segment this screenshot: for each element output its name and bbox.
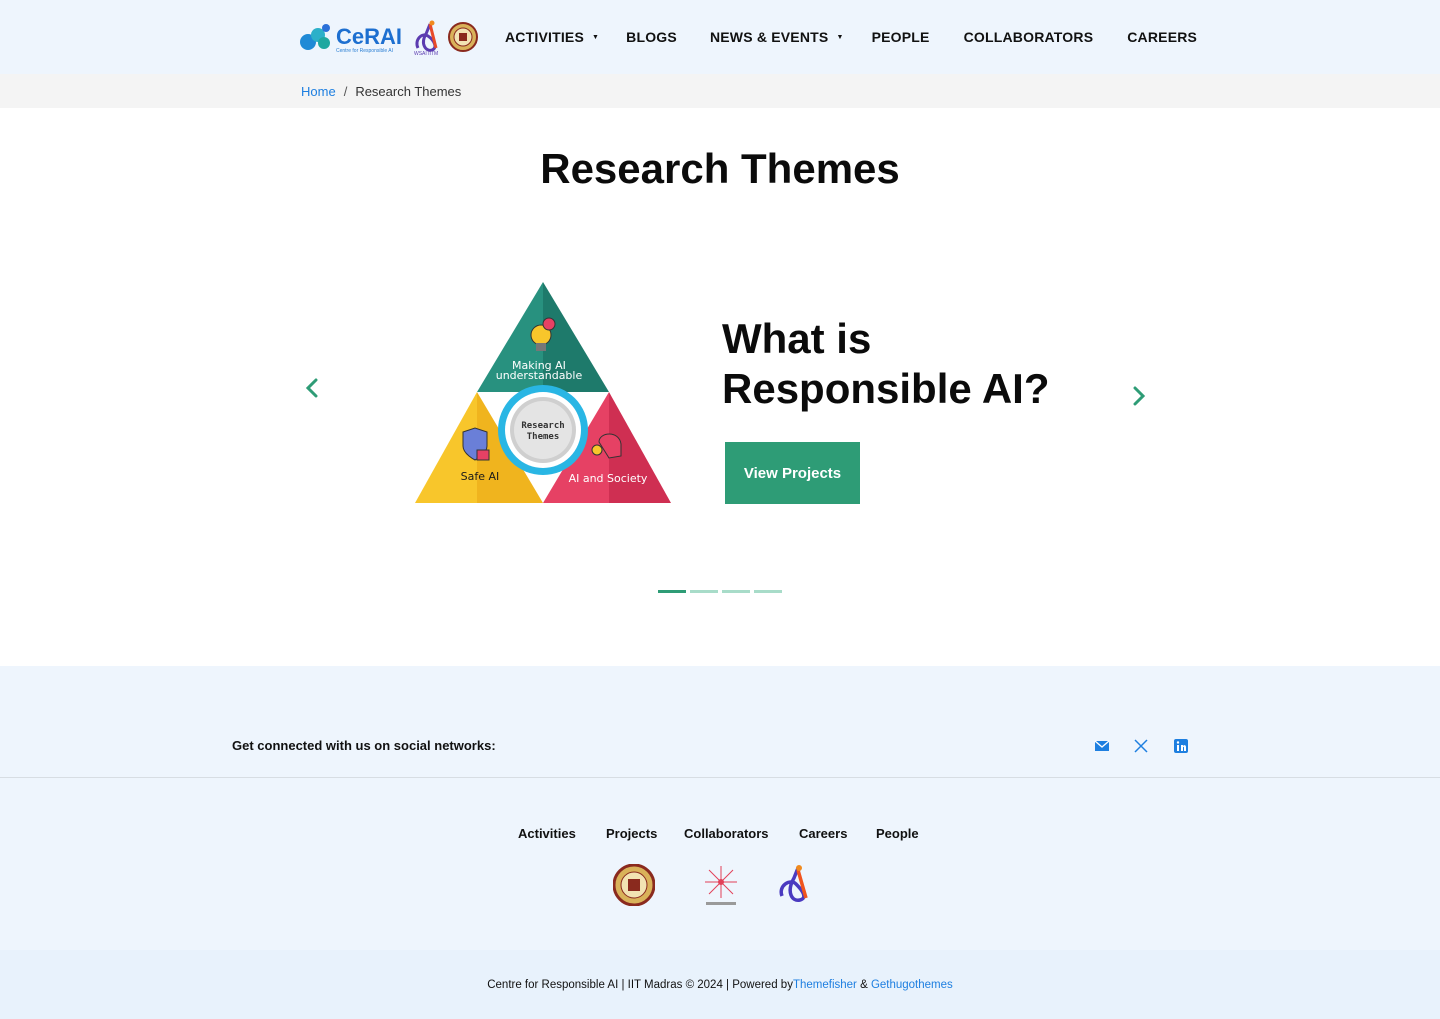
iit-madras-logo[interactable] xyxy=(613,864,655,906)
copyright-ampersand: & xyxy=(856,978,871,991)
themefisher-link[interactable]: Themefisher xyxy=(793,979,857,991)
site-footer: Activities Projects Collaborators Career… xyxy=(0,778,1440,950)
copyright-bar: Centre for Responsible AI | IIT Madras ©… xyxy=(0,950,1440,1019)
svg-text:Research: Research xyxy=(521,421,564,431)
carousel-dot-1[interactable] xyxy=(658,590,686,593)
view-projects-button[interactable]: View Projects xyxy=(725,442,860,504)
copyright-text: Centre for Responsible AI | IIT Madras ©… xyxy=(487,978,793,991)
linkedin-icon[interactable] xyxy=(1173,738,1189,754)
breadcrumb: Home / Research Themes xyxy=(0,74,1440,108)
research-themes-diagram: Research Themes Making AI understandable… xyxy=(415,282,671,503)
footer-link-collaborators[interactable]: Collaborators xyxy=(684,826,769,841)
svg-text:WSAI IITM: WSAI IITM xyxy=(414,51,438,56)
nav-news-events[interactable]: NEWS & EVENTS ▼ xyxy=(710,29,844,45)
svg-text:Themes: Themes xyxy=(527,432,560,442)
footer-link-projects[interactable]: Projects xyxy=(606,826,657,841)
nav-news-events-label: NEWS & EVENTS xyxy=(709,29,829,45)
slide-heading-line-2: Responsible AI? xyxy=(722,365,1050,412)
cerai-logo[interactable]: CeRAI Centre for Responsible AI xyxy=(298,18,410,56)
nav-activities-label: ACTIVITIES xyxy=(505,29,585,45)
iit-madras-seal xyxy=(448,22,478,52)
carousel-indicators xyxy=(658,590,782,593)
svg-text:Safe AI: Safe AI xyxy=(461,470,500,483)
social-band: Get connected with us on social networks… xyxy=(0,666,1440,778)
caret-down-icon: ▼ xyxy=(592,33,600,41)
svg-text:AI and Society: AI and Society xyxy=(569,472,648,485)
nav-careers-label: CAREERS xyxy=(1127,29,1198,45)
svg-text:understandable: understandable xyxy=(496,369,583,382)
x-twitter-icon[interactable] xyxy=(1133,738,1149,754)
page-title: Research Themes xyxy=(540,145,900,192)
nav-blogs[interactable]: BLOGS xyxy=(626,29,677,45)
rbcdsai-logo[interactable] xyxy=(703,864,739,908)
nav-careers[interactable]: CAREERS xyxy=(1127,29,1197,45)
footer-link-activities[interactable]: Activities xyxy=(518,826,576,841)
nav-people[interactable]: PEOPLE xyxy=(872,29,930,45)
logo-group[interactable]: CeRAI Centre for Responsible AI WSAI IIT… xyxy=(298,18,478,56)
nav-collaborators-label: COLLABORATORS xyxy=(963,29,1094,45)
chevron-right-icon[interactable] xyxy=(1129,384,1149,408)
footer-link-careers[interactable]: Careers xyxy=(799,826,847,841)
email-icon[interactable] xyxy=(1094,738,1110,754)
wsai-logo-footer[interactable] xyxy=(778,864,814,904)
footer-link-people[interactable]: People xyxy=(876,826,919,841)
svg-text:Centre for Responsible AI: Centre for Responsible AI xyxy=(336,48,393,54)
nav-people-label: PEOPLE xyxy=(871,29,930,45)
nav-activities[interactable]: ACTIVITIES ▼ xyxy=(505,29,599,45)
site-header: CeRAI Centre for Responsible AI WSAI IIT… xyxy=(0,0,1440,74)
nav-collaborators[interactable]: COLLABORATORS xyxy=(964,29,1094,45)
nav-blogs-label: BLOGS xyxy=(626,29,677,45)
wsai-logo: WSAI IITM xyxy=(414,20,438,56)
chevron-left-icon[interactable] xyxy=(302,376,322,400)
carousel-dot-3[interactable] xyxy=(722,590,750,593)
breadcrumb-current: Research Themes xyxy=(355,83,462,99)
breadcrumb-home-link[interactable]: Home xyxy=(301,84,336,99)
carousel-dot-4[interactable] xyxy=(754,590,782,593)
gethugothemes-link[interactable]: Gethugothemes xyxy=(871,979,953,991)
slide-heading-line-1: What is xyxy=(722,315,872,362)
caret-down-icon: ▼ xyxy=(836,33,844,41)
carousel-dot-2[interactable] xyxy=(690,590,718,593)
svg-text:CeRAI: CeRAI xyxy=(336,24,402,49)
slide-heading: What is Responsible AI? xyxy=(722,314,1082,414)
social-label: Get connected with us on social networks… xyxy=(232,738,496,753)
breadcrumb-separator: / xyxy=(343,83,348,99)
main-nav: ACTIVITIES ▼ BLOGS NEWS & EVENTS ▼ PEOPL… xyxy=(505,0,1197,74)
